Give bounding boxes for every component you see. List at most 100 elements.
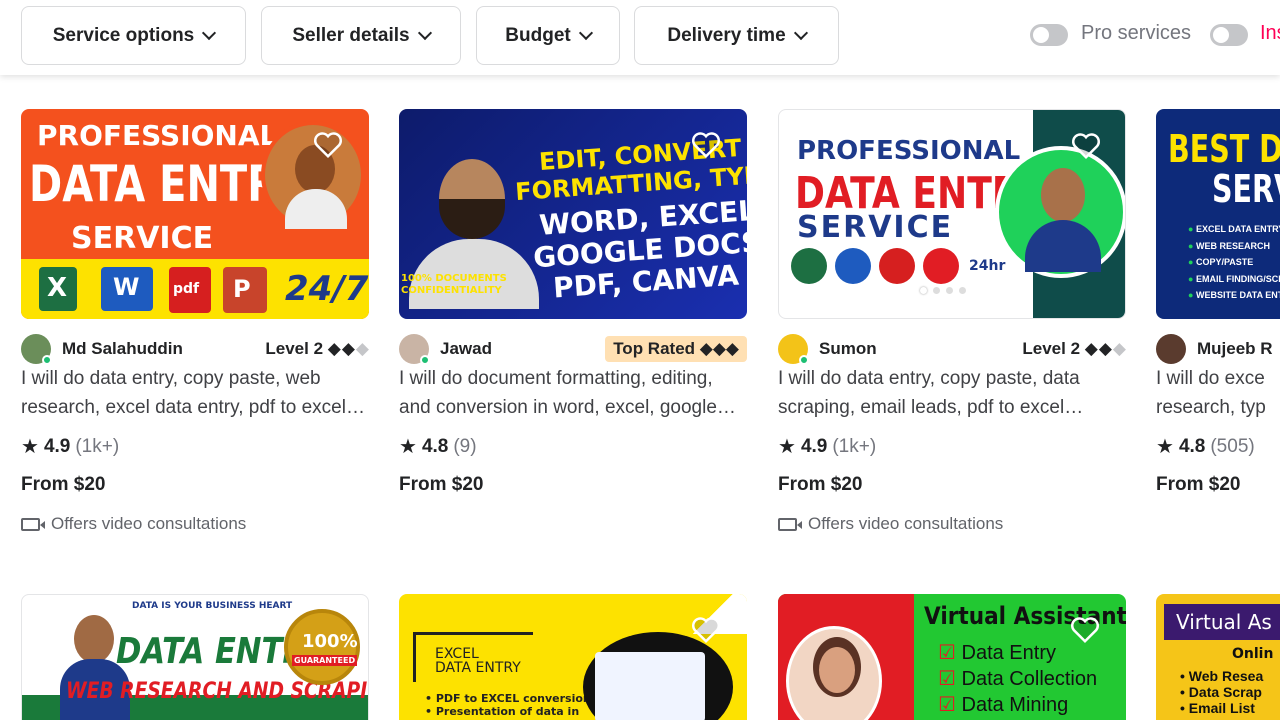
rating: ★ 4.9 (1k+) xyxy=(778,434,876,459)
gig-card[interactable]: EXCEL DATA ENTRY • PDF to EXCEL conversi… xyxy=(399,594,747,720)
thumb-list: ● EXCEL DATA ENTRY ● WEB RESEARCH ● COPY… xyxy=(1188,224,1280,300)
seller-row: Jawad Top Rated ◆◆◆ xyxy=(399,334,747,365)
thumb-text: • PDF to EXCEL conversion xyxy=(425,692,591,705)
rating: ★ 4.8 (505) xyxy=(1156,434,1255,459)
thumb-text: BEST DATA xyxy=(1168,127,1280,171)
rating: ★ 4.8 (9) xyxy=(399,434,477,459)
carousel-dots[interactable] xyxy=(920,287,966,294)
delivery-time-label: Delivery time xyxy=(667,24,786,46)
pro-services-label: Pro services xyxy=(1081,22,1192,44)
video-camera-icon xyxy=(778,517,802,531)
seller-row: Md Salahuddin Level 2 ◆◆◆ xyxy=(21,334,369,365)
gig-thumbnail[interactable]: BEST DATA SERVI ● EXCEL DATA ENTRY ● WEB… xyxy=(1156,109,1280,319)
gig-title[interactable]: I will do data entry, copy paste, web re… xyxy=(21,364,369,422)
filter-bar: Service options Seller details Budget De… xyxy=(0,0,1280,75)
chevron-down-icon xyxy=(202,25,217,41)
rating-count: (9) xyxy=(453,435,477,457)
thumb-badge: 24hr xyxy=(969,258,1006,274)
seller-photo xyxy=(995,146,1125,278)
thumb-list: • Web Resea • Data Scrap • Email List xyxy=(1180,668,1264,716)
thumb-text: SERVICE xyxy=(71,221,214,256)
video-consultation: Offers video consultations xyxy=(21,514,246,534)
gig-card[interactable]: PROFESSIONAL DATA ENTRY SERVICE 24hr Sum… xyxy=(778,109,1126,549)
gig-card[interactable]: EDIT, CONVERT FORMATTING, TYPE WORD, EXC… xyxy=(399,109,747,549)
video-consultation: Offers video consultations xyxy=(778,514,1003,534)
gig-title[interactable]: I will do data entry, copy paste, data s… xyxy=(778,364,1126,422)
instant-toggle[interactable] xyxy=(1210,24,1248,46)
gig-card[interactable]: PROFESSIONAL DATA ENTRY SERVICE X W pdf … xyxy=(21,109,369,549)
avatar[interactable] xyxy=(399,334,430,365)
rating-score: 4.9 xyxy=(800,435,828,457)
guarantee-seal: 100% GUARANTEED xyxy=(284,609,360,685)
thumb-text: SERVICE xyxy=(797,210,954,245)
star-icon: ★ xyxy=(399,436,417,458)
thumb-text: PROFESSIONAL xyxy=(797,136,1021,166)
seller-name[interactable]: Md Salahuddin xyxy=(62,339,183,359)
video-consultation-label: Offers video consultations xyxy=(51,514,247,533)
seller-details-dropdown[interactable]: Seller details xyxy=(261,6,461,65)
excel-icon: X xyxy=(39,267,77,311)
star-icon: ★ xyxy=(1156,436,1174,458)
price: From $20 xyxy=(1156,474,1241,495)
seller-name[interactable]: Jawad xyxy=(440,339,492,359)
avatar[interactable] xyxy=(1156,334,1186,364)
pdf-icon: pdf xyxy=(169,267,211,313)
gig-card[interactable]: Virtual Assistant ☑ Data Entry ☑ Data Co… xyxy=(778,594,1126,720)
gig-thumbnail[interactable]: EXCEL DATA ENTRY • PDF to EXCEL conversi… xyxy=(399,594,747,720)
video-consultation-label: Offers video consultations xyxy=(808,514,1004,533)
thumb-list: ☑ Data Entry ☑ Data Collection ☑ Data Mi… xyxy=(938,642,1098,716)
pdf-icon xyxy=(879,248,915,284)
service-options-label: Service options xyxy=(52,24,195,46)
excel-icon xyxy=(791,248,827,284)
thumb-text: PROFESSIONAL xyxy=(37,119,278,152)
thumb-text: 100% DOCUMENTS CONFIDENTIALITY xyxy=(401,273,507,296)
gig-card[interactable]: DATA IS YOUR BUSINESS HEART DATA ENTRY W… xyxy=(21,594,369,720)
service-options-dropdown[interactable]: Service options xyxy=(21,6,246,65)
thumb-text: DATA IS YOUR BUSINESS HEART xyxy=(132,601,293,611)
laptop-illustration xyxy=(595,652,705,720)
seller-level: Level 2 ◆◆◆ xyxy=(1022,339,1126,358)
gig-title[interactable]: I will do document formatting, editing, … xyxy=(399,364,747,422)
email-icon xyxy=(923,248,959,284)
thumb-text: Onlin xyxy=(1232,646,1274,662)
seller-name[interactable]: Sumon xyxy=(819,339,877,359)
seller-row: Mujeeb R xyxy=(1156,334,1280,364)
avatar[interactable] xyxy=(21,334,52,365)
gig-card[interactable]: Virtual As Onlin • Web Resea • Data Scra… xyxy=(1156,594,1280,720)
price: From $20 xyxy=(399,474,484,495)
gig-title[interactable]: I will do exce research, typ xyxy=(1156,364,1280,422)
heart-icon[interactable] xyxy=(691,131,721,159)
star-icon: ★ xyxy=(21,436,39,458)
pro-services-toggle[interactable] xyxy=(1030,24,1068,46)
budget-dropdown[interactable]: Budget xyxy=(476,6,620,65)
gig-card[interactable]: BEST DATA SERVI ● EXCEL DATA ENTRY ● WEB… xyxy=(1156,109,1280,549)
gig-thumbnail[interactable]: DATA IS YOUR BUSINESS HEART DATA ENTRY W… xyxy=(21,594,369,720)
rating-count: (505) xyxy=(1210,435,1255,457)
word-icon xyxy=(835,248,871,284)
gig-thumbnail[interactable]: Virtual As Onlin • Web Resea • Data Scra… xyxy=(1156,594,1280,720)
video-camera-icon xyxy=(21,517,45,531)
rating-score: 4.8 xyxy=(1178,435,1206,457)
thumb-text: • Presentation of data in xyxy=(425,705,580,718)
gig-thumbnail[interactable]: EDIT, CONVERT FORMATTING, TYPE WORD, EXC… xyxy=(399,109,747,319)
heart-icon[interactable] xyxy=(1071,132,1101,160)
chevron-down-icon xyxy=(578,25,593,41)
rating: ★ 4.9 (1k+) xyxy=(21,434,119,459)
heart-icon[interactable] xyxy=(1070,616,1100,644)
heart-icon[interactable] xyxy=(691,616,721,644)
rating-count: (1k+) xyxy=(832,435,877,457)
avatar[interactable] xyxy=(778,334,809,365)
delivery-time-dropdown[interactable]: Delivery time xyxy=(634,6,839,65)
seller-row: Sumon Level 2 ◆◆◆ xyxy=(778,334,1126,365)
seller-name[interactable]: Mujeeb R xyxy=(1197,339,1273,359)
thumb-text: Virtual As xyxy=(1176,610,1272,634)
rating-score: 4.8 xyxy=(421,435,449,457)
gig-thumbnail[interactable]: Virtual Assistant ☑ Data Entry ☑ Data Co… xyxy=(778,594,1126,720)
gig-thumbnail[interactable]: PROFESSIONAL DATA ENTRY SERVICE 24hr xyxy=(778,109,1126,319)
heart-icon[interactable] xyxy=(313,131,343,159)
top-rated-badge: Top Rated ◆◆◆ xyxy=(605,336,747,362)
powerpoint-icon: P xyxy=(223,267,267,313)
word-icon: W xyxy=(101,267,153,311)
price: From $20 xyxy=(21,474,106,495)
gig-thumbnail[interactable]: PROFESSIONAL DATA ENTRY SERVICE X W pdf … xyxy=(21,109,369,319)
